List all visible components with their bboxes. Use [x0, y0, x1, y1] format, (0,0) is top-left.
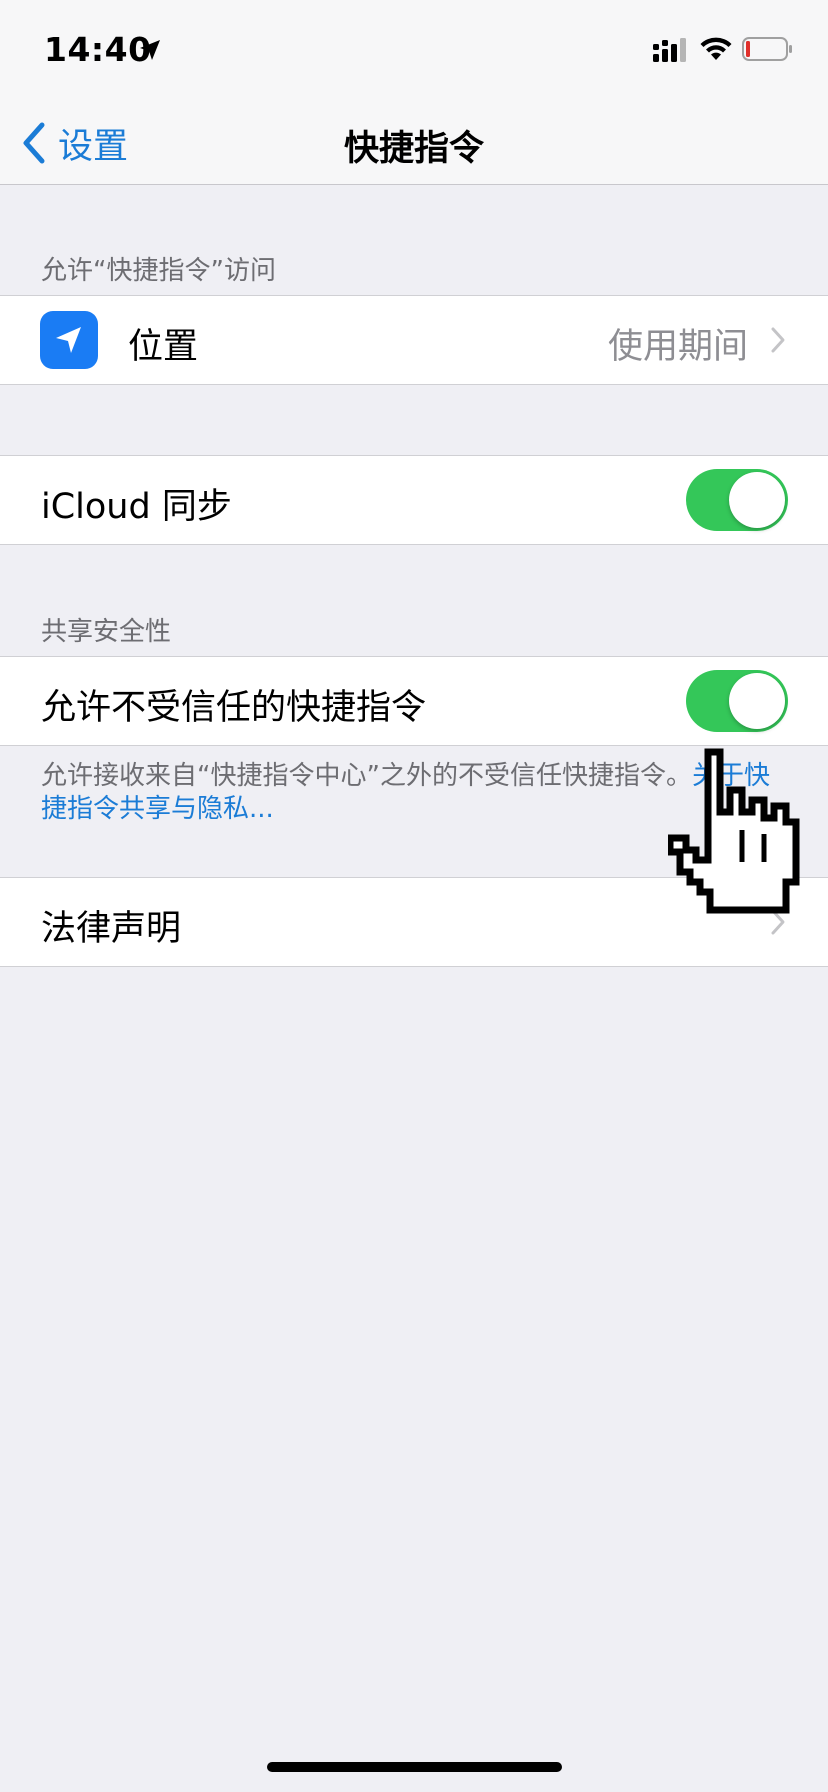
- untrusted-shortcuts-label: 允许不受信任的快捷指令: [41, 688, 427, 728]
- section-header-sharing: 共享安全性: [41, 617, 172, 647]
- icloud-sync-toggle[interactable]: [686, 469, 788, 531]
- battery-low-icon: [742, 37, 792, 61]
- page-title: 快捷指令: [343, 129, 484, 169]
- toggle-knob: [729, 673, 785, 729]
- home-indicator: [267, 1762, 562, 1772]
- navigation-bar: 设置 快捷指令: [0, 100, 828, 185]
- location-cell[interactable]: 位置 使用期间: [0, 295, 828, 385]
- wifi-icon: [700, 37, 732, 60]
- location-app-icon: [40, 311, 98, 369]
- untrusted-shortcuts-toggle[interactable]: [686, 670, 788, 732]
- chevron-right-icon: [771, 327, 785, 353]
- untrusted-shortcuts-cell: 允许不受信任的快捷指令: [0, 656, 828, 746]
- hand-pointer-icon: [668, 748, 800, 914]
- section-header-access: 允许“快捷指令”访问: [41, 256, 276, 286]
- location-value: 使用期间: [607, 327, 748, 367]
- location-arrow-icon: [56, 327, 81, 353]
- icloud-sync-cell: iCloud 同步: [0, 455, 828, 545]
- location-label: 位置: [128, 327, 199, 367]
- icloud-sync-label: iCloud 同步: [41, 487, 232, 527]
- status-time: 14:40: [44, 30, 152, 69]
- cellular-signal-icon: [653, 38, 686, 62]
- toggle-knob: [729, 472, 785, 528]
- legal-label: 法律声明: [41, 909, 182, 949]
- location-arrow-icon: [140, 40, 160, 60]
- sharing-footer-text: 允许接收来自“快捷指令中心”之外的不受信任快捷指令。: [41, 761, 692, 791]
- status-bar: 14:40: [0, 0, 828, 100]
